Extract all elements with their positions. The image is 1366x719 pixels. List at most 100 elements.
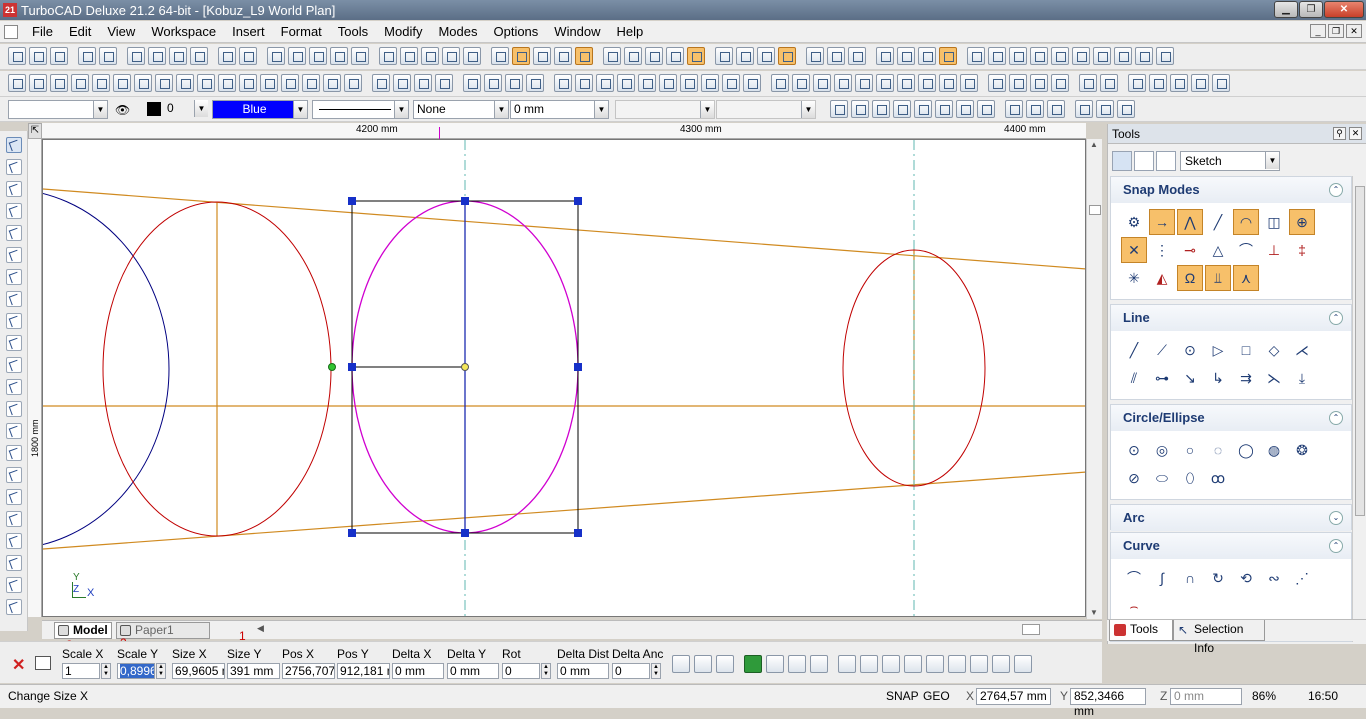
view-cube-9-icon[interactable] xyxy=(1135,47,1153,65)
snap-intersection-icon[interactable]: ✕ xyxy=(1121,237,1147,263)
scroll-grip[interactable] xyxy=(1355,186,1365,516)
snap-quadrant-icon[interactable] xyxy=(960,74,978,92)
zoom-extents-icon[interactable] xyxy=(330,47,348,65)
snap-vertex-icon[interactable]: → xyxy=(1149,209,1175,235)
snap-magnet-icon[interactable]: ◭ xyxy=(1149,265,1175,291)
new-file-icon[interactable] xyxy=(8,47,26,65)
paste-icon[interactable] xyxy=(169,47,187,65)
tangent-arc-line-icon[interactable]: ↳ xyxy=(1205,365,1231,391)
scroll-grip[interactable] xyxy=(1022,624,1040,635)
color-select[interactable]: Blue ▼ xyxy=(212,100,308,119)
snap-slash-icon[interactable] xyxy=(956,100,974,118)
polyline-icon[interactable]: ⊙ xyxy=(1177,337,1203,363)
warning-icon[interactable] xyxy=(904,655,922,673)
snap-dashed-icon[interactable] xyxy=(914,100,932,118)
single-line-icon[interactable]: ╱ xyxy=(1121,337,1147,363)
spline-icon[interactable]: ⌒ xyxy=(1121,565,1147,591)
palette-scrollbar[interactable] xyxy=(1352,176,1366,642)
rot-stepper[interactable]: ▲ ▼ xyxy=(541,663,551,679)
delta-dist-field[interactable]: 0 mm xyxy=(557,663,609,679)
close-button[interactable]: ✕ xyxy=(1324,1,1364,18)
open-file-icon[interactable] xyxy=(29,47,47,65)
snap-hatch-icon[interactable]: △ xyxy=(1205,237,1231,263)
modify-icon[interactable] xyxy=(6,489,22,505)
pos-y-field[interactable]: 912,181 n xyxy=(337,663,390,679)
workplane-face-icon[interactable] xyxy=(736,47,754,65)
snap-nearest-icon[interactable] xyxy=(830,100,848,118)
snap-toggle[interactable]: SNAP xyxy=(886,689,919,703)
tab-paper1[interactable]: Paper1 xyxy=(116,622,210,639)
rail-icon[interactable] xyxy=(323,74,341,92)
palette-close-icon[interactable]: ✕ xyxy=(1349,127,1362,140)
render-icon[interactable] xyxy=(554,47,572,65)
table-icon[interactable] xyxy=(35,656,51,670)
perp-line-icon[interactable]: ↘ xyxy=(1177,365,1203,391)
tab-selection-info[interactable]: ↖ Selection Info xyxy=(1173,620,1265,655)
snap-nearest-icon[interactable]: ╱ xyxy=(1205,209,1231,235)
measure-icon[interactable] xyxy=(6,599,22,615)
split-icon[interactable] xyxy=(1051,74,1069,92)
view-cube-6-icon[interactable] xyxy=(1072,47,1090,65)
circle-center-radius-icon[interactable]: ⊙ xyxy=(1121,437,1147,463)
eye-icon[interactable]: 👁 xyxy=(115,103,130,117)
line-header[interactable]: Line ⌃ xyxy=(1111,305,1351,331)
scroll-up-icon[interactable]: ▲ xyxy=(1090,140,1098,149)
menu-window[interactable]: Window xyxy=(546,22,608,42)
insert-symbol-icon[interactable] xyxy=(1149,74,1167,92)
grid-icon[interactable] xyxy=(491,47,509,65)
spiral-icon[interactable]: ↻ xyxy=(1205,565,1231,591)
angled-line-icon[interactable]: ⋌ xyxy=(1289,337,1315,363)
symbol-icon[interactable] xyxy=(6,445,22,461)
collapse-icon[interactable]: ⌃ xyxy=(1329,411,1343,425)
parallel-line-icon[interactable]: ⫽ xyxy=(1121,365,1147,391)
line-style-select[interactable]: ▼ xyxy=(312,100,409,119)
collapse-icon[interactable]: ⌃ xyxy=(1329,183,1343,197)
verify-icon[interactable] xyxy=(463,47,481,65)
zoom-out-icon[interactable] xyxy=(288,47,306,65)
scale-x-stepper[interactable]: ▲ ▼ xyxy=(101,663,111,679)
chevron-down-icon[interactable]: ▼ xyxy=(494,101,508,118)
view-top-icon[interactable] xyxy=(624,47,642,65)
circle-tan-arc-icon[interactable]: ◍ xyxy=(1261,437,1287,463)
ellipse-icon[interactable]: ⊘ xyxy=(1121,465,1147,491)
expand-icon[interactable]: ⌄ xyxy=(1329,511,1343,525)
rotate-icon[interactable] xyxy=(659,74,677,92)
box-3d-icon[interactable] xyxy=(6,357,22,373)
snap-parallel-icon[interactable] xyxy=(855,74,873,92)
menu-modify[interactable]: Modify xyxy=(376,22,430,42)
circle-3pt-icon[interactable]: ◌ xyxy=(1205,437,1231,463)
spell-check-icon[interactable] xyxy=(442,47,460,65)
shape-icon[interactable] xyxy=(6,511,22,527)
workplane-icon[interactable] xyxy=(715,47,733,65)
view-side-icon[interactable] xyxy=(645,47,663,65)
triangle-icon[interactable]: ▷ xyxy=(1205,337,1231,363)
boolean-add-icon[interactable] xyxy=(372,74,390,92)
y-coordinate-field[interactable]: 852,3466 mm xyxy=(1070,688,1146,718)
snap-middle-icon[interactable] xyxy=(792,74,810,92)
chevron-down-icon[interactable]: ▼ xyxy=(1265,152,1279,169)
rot-field[interactable]: 0 xyxy=(502,663,540,679)
snap-align-icon[interactable]: ⫫ xyxy=(1205,265,1231,291)
fork-line-icon[interactable]: ⋋ xyxy=(1261,365,1287,391)
select-fence-icon[interactable] xyxy=(788,655,806,673)
boolean-slice-icon[interactable] xyxy=(435,74,453,92)
tangent-line-icon[interactable]: ⊶ xyxy=(1149,365,1175,391)
sphere-icon[interactable] xyxy=(50,74,68,92)
rectangle-icon[interactable]: □ xyxy=(1233,337,1259,363)
select-polygon-icon[interactable] xyxy=(810,655,828,673)
snap-modes-header[interactable]: Snap Modes ⌃ xyxy=(1111,177,1351,203)
snap-icon[interactable] xyxy=(533,47,551,65)
prism-icon[interactable] xyxy=(134,74,152,92)
delta-x-field[interactable]: 0 mm xyxy=(392,663,444,679)
snap-vertex-icon[interactable] xyxy=(771,74,789,92)
pos-x-field[interactable]: 2756,7079 xyxy=(282,663,335,679)
curve-header[interactable]: Curve ⌃ xyxy=(1111,533,1351,559)
view-iso-icon[interactable] xyxy=(666,47,684,65)
menu-tools[interactable]: Tools xyxy=(330,22,376,42)
workplane-ucs-icon[interactable] xyxy=(778,47,796,65)
scale-y-field[interactable]: 0,8996 xyxy=(117,663,155,679)
ruler-corner[interactable]: ⇱ xyxy=(28,123,42,139)
ortho-icon[interactable] xyxy=(512,47,530,65)
check-icon[interactable] xyxy=(421,47,439,65)
red-x-box-icon[interactable] xyxy=(948,655,966,673)
